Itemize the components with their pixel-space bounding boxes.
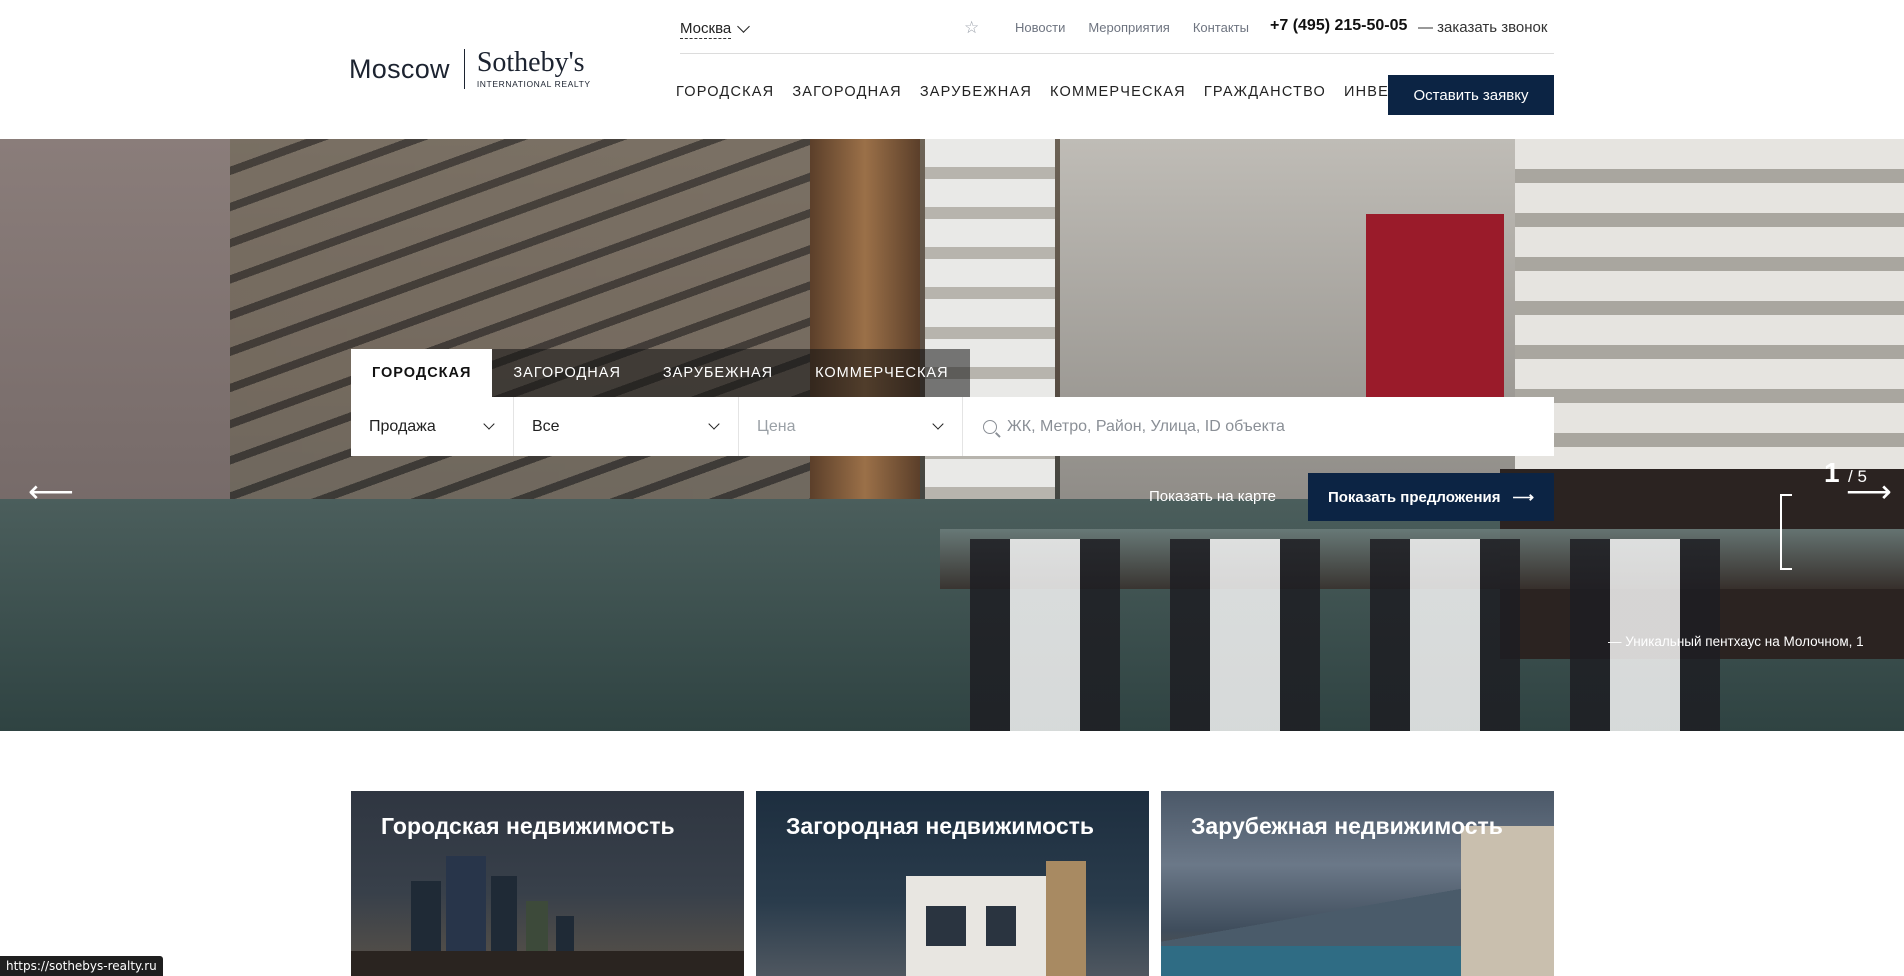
search-field [963, 397, 1554, 456]
show-offers-label: Показать предложения [1327, 488, 1501, 506]
category-card-city[interactable]: Городская недвижимость [351, 791, 744, 976]
price-select[interactable]: Цена [739, 397, 963, 456]
search-tab-country[interactable]: ЗАГОРОДНАЯ [492, 349, 642, 397]
search-input[interactable] [1007, 417, 1554, 436]
top-link-contacts[interactable]: Контакты [1193, 20, 1249, 35]
logo-brand-name: Sotheby's [476, 46, 585, 78]
slide-total: / 5 [1848, 467, 1867, 486]
logo-city: Moscow [349, 53, 450, 84]
search-tab-abroad[interactable]: ЗАРУБЕЖНАЯ [641, 349, 795, 397]
arrow-right-icon: ⟶ [1512, 489, 1535, 506]
card-title: Городская недвижимость [381, 813, 675, 839]
nav-item-citizenship[interactable]: ГРАЖДАНСТВО [1204, 84, 1326, 100]
top-links: Новости Мероприятия Контакты [1015, 20, 1249, 35]
nav-item-commercial[interactable]: КОММЕРЧЕСКАЯ [1050, 84, 1186, 100]
callback-link[interactable]: — заказать звонок [1418, 19, 1547, 36]
site-logo[interactable]: Moscow Sotheby's INTERNATIONAL REALTY [349, 46, 591, 92]
search-tab-commercial[interactable]: КОММЕРЧЕСКАЯ [794, 349, 970, 397]
category-card-country[interactable]: Загородная недвижимость [756, 791, 1149, 976]
search-bar: Продажа Все Цена [351, 397, 1554, 456]
nav-item-abroad[interactable]: ЗАРУБЕЖНАЯ [920, 84, 1032, 100]
favorites-star-icon[interactable]: ☆ [964, 18, 979, 38]
slide-current: 1 [1824, 457, 1840, 488]
slider-prev-arrow-icon[interactable]: ⟵ [28, 475, 74, 507]
slide-bracket [1780, 494, 1792, 570]
search-tab-city[interactable]: ГОРОДСКАЯ [351, 349, 493, 397]
deal-type-value: Продажа [369, 417, 436, 435]
show-offers-button[interactable]: Показать предложения ⟶ [1308, 473, 1554, 521]
chevron-down-icon [483, 418, 495, 430]
phone-number[interactable]: +7 (495) 215-50-05 [1270, 17, 1407, 35]
deal-type-select[interactable]: Продажа [351, 397, 514, 456]
search-icon [983, 419, 997, 434]
top-link-events[interactable]: Мероприятия [1088, 20, 1170, 35]
status-bar-url: https://sothebys-realty.ru [0, 956, 163, 976]
show-on-map-link[interactable]: Показать на карте [1149, 488, 1276, 505]
nav-item-city[interactable]: ГОРОДСКАЯ [676, 84, 774, 100]
logo-brand-sub: INTERNATIONAL REALTY [476, 78, 591, 89]
top-bar: Москва ☆ Новости Мероприятия Контакты +7… [680, 14, 1554, 54]
slide-counter: 1 / 5 [1824, 457, 1867, 489]
logo-brand: Sotheby's INTERNATIONAL REALTY [476, 46, 591, 89]
card-title: Загородная недвижимость [786, 813, 1095, 839]
card-title: Зарубежная недвижимость [1191, 813, 1503, 839]
search-tabs: ГОРОДСКАЯ ЗАГОРОДНАЯ ЗАРУБЕЖНАЯ КОММЕРЧЕ… [351, 349, 970, 397]
category-card-abroad[interactable]: Зарубежная недвижимость [1161, 791, 1554, 976]
chevron-down-icon [932, 418, 944, 430]
property-type-value: Все [532, 417, 560, 435]
apply-button[interactable]: Оставить заявку [1388, 75, 1554, 115]
slide-caption[interactable]: — Уникальный пентхаус на Молочном, 1 [1608, 634, 1864, 649]
site-header: Moscow Sotheby's INTERNATIONAL REALTY Мо… [0, 0, 1904, 139]
price-placeholder: Цена [757, 417, 796, 435]
main-nav: ГОРОДСКАЯ ЗАГОРОДНАЯ ЗАРУБЕЖНАЯ КОММЕРЧЕ… [676, 84, 1475, 100]
chevron-down-icon [737, 20, 751, 33]
city-name: Москва [680, 20, 732, 39]
nav-item-country[interactable]: ЗАГОРОДНАЯ [792, 84, 902, 100]
property-type-select[interactable]: Все [514, 397, 739, 456]
logo-divider [463, 49, 465, 89]
top-link-news[interactable]: Новости [1015, 20, 1065, 35]
city-selector[interactable]: Москва [680, 20, 751, 39]
chevron-down-icon [708, 418, 720, 430]
